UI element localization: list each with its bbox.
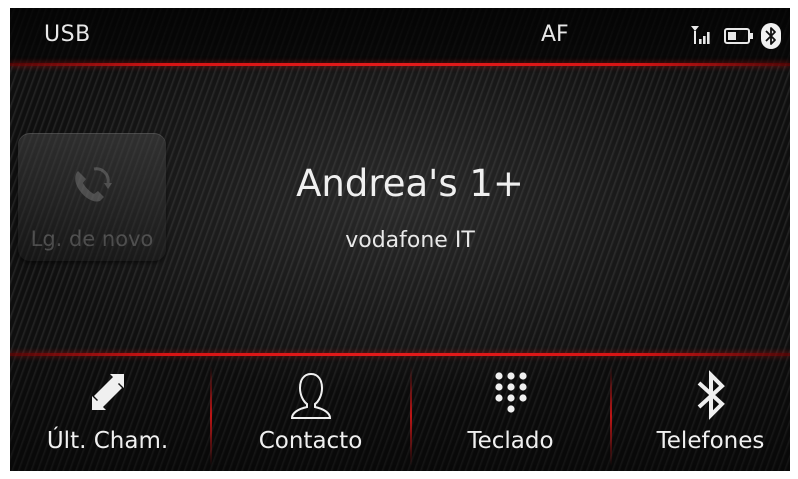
redial-icon (75, 167, 112, 202)
nav-keypad[interactable]: Teclado (413, 356, 608, 471)
recent-calls-icon (91, 374, 124, 410)
bluetooth-icon (697, 370, 725, 420)
status-icons (680, 22, 790, 50)
status-divider (10, 63, 790, 66)
source-label: USB (44, 22, 91, 47)
nav-phones[interactable]: Telefones (613, 356, 790, 471)
nav-contacts[interactable]: Contacto (213, 356, 408, 471)
carrier-name: vodafone IT (345, 228, 475, 253)
nav-keypad-label: Teclado (467, 428, 554, 454)
signal-icon (691, 26, 710, 44)
phone-screen: USB AF Lg. de novo Andrea's 1+ vodafone … (10, 8, 790, 471)
nav-contacts-label: Contacto (258, 428, 363, 454)
connected-device-name: Andrea's 1+ (296, 162, 524, 205)
status-bar: USB AF (10, 8, 790, 64)
battery-icon (724, 28, 753, 44)
bottom-nav: Últ. Cham. Contacto Teclado Telefones (10, 356, 790, 471)
contact-icon (290, 372, 331, 419)
redial-label: Lg. de novo (30, 227, 154, 251)
redial-button[interactable]: Lg. de novo (18, 133, 166, 261)
radio-label: AF (541, 22, 569, 47)
nav-separator (610, 366, 612, 466)
nav-recent-calls-label: Últ. Cham. (46, 428, 169, 454)
nav-recent-calls[interactable]: Últ. Cham. (10, 356, 205, 471)
nav-separator (210, 366, 212, 466)
nav-separator (410, 366, 412, 466)
bluetooth-status-icon (761, 23, 781, 49)
keypad-icon (494, 372, 527, 413)
nav-phones-label: Telefones (656, 428, 765, 454)
